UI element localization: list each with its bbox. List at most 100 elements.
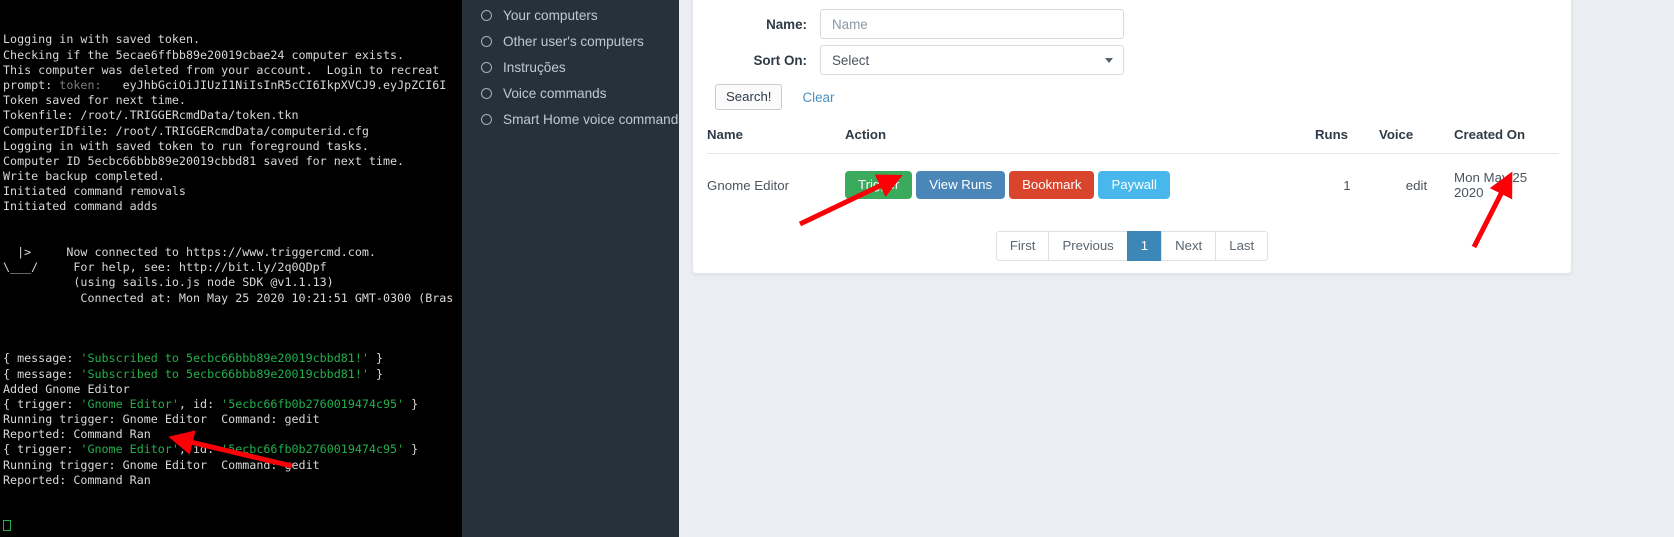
terminal-cursor-icon	[3, 520, 11, 532]
terminal-text: 'Subscribed to 5ecbc66bbb89e20019cbbd81!…	[80, 351, 369, 366]
terminal-text: }	[404, 442, 419, 457]
terminal-text: 'Gnome Editor'	[80, 442, 179, 457]
name-input-placeholder: Name	[832, 16, 868, 32]
terminal-text: Token saved for next time.	[3, 93, 186, 108]
sidebar-item-instru-es[interactable]: Instruções	[462, 55, 679, 80]
sidebar-item-smart-home-voice-commands[interactable]: Smart Home voice commands	[462, 107, 685, 132]
sidebar-item-other-user-s-computers[interactable]: Other user's computers	[462, 29, 679, 54]
terminal-line: Initiated command removals	[3, 184, 462, 199]
terminal-line: Checking if the 5ecae6ffbb89e20019cbae24…	[3, 48, 462, 63]
clear-link[interactable]: Clear	[802, 90, 834, 105]
terminal-text: (using sails.io.js node SDK @v1.1.13)	[3, 275, 334, 290]
terminal-line: Connected at: Mon May 25 2020 10:21:51 G…	[3, 291, 462, 306]
paywall-button[interactable]: Paywall	[1098, 170, 1170, 200]
terminal-text: '5ecbc66fb0b2760019474c95'	[221, 396, 405, 411]
sidebar-item-label: Smart Home voice commands	[503, 112, 686, 127]
circle-icon	[481, 88, 492, 99]
cell-action: Trigger View Runs Bookmark Paywall	[845, 154, 1315, 216]
terminal-text: prompt:	[3, 77, 60, 92]
terminal-line: { message: 'Subscribed to 5ecbc66bbb89e2…	[3, 351, 462, 366]
terminal-text: }	[368, 366, 383, 381]
view-runs-button[interactable]: View Runs	[916, 170, 1006, 200]
terminal-text: { message:	[3, 351, 81, 366]
terminal-text: Running trigger: Gnome Editor Command: g…	[3, 457, 320, 472]
pagination-1[interactable]: 1	[1126, 231, 1162, 262]
chevron-down-icon	[1105, 58, 1113, 63]
terminal-line: ComputerIDfile: /root/.TRIGGERcmdData/co…	[3, 124, 462, 139]
terminal-line: Reported: Command Ran	[3, 427, 462, 442]
sidebar-item-label: Instruções	[503, 60, 566, 75]
commands-table: Name Action Runs Voice Created On Gnome …	[707, 127, 1559, 215]
screenshot-root: Logging in with saved token. Checking if …	[0, 0, 1674, 537]
circle-icon	[481, 62, 492, 73]
search-button[interactable]: Search!	[715, 84, 783, 110]
sidebar-item-list: Your computers Other user's computers Inst…	[462, 0, 685, 132]
terminal-console[interactable]: Logging in with saved token. Checking if …	[0, 0, 462, 537]
column-header-created-on[interactable]: Created On	[1454, 127, 1559, 154]
action-button-group: Trigger View Runs Bookmark Paywall	[845, 170, 1315, 200]
terminal-text: , id:	[178, 396, 222, 411]
terminal-line: { message: 'Subscribed to 5ecbc66bbb89e2…	[3, 367, 462, 382]
terminal-line: This computer was deleted from your acco…	[3, 63, 462, 78]
terminal-text: Reported: Command Ran	[3, 427, 151, 442]
circle-icon	[481, 36, 492, 47]
pagination-previous[interactable]: Previous	[1048, 231, 1127, 262]
column-header-voice[interactable]: Voice	[1379, 127, 1454, 154]
cell-runs: 1	[1343, 177, 1351, 193]
column-header-name[interactable]: Name	[707, 127, 845, 154]
sort-on-select[interactable]: Select	[820, 45, 1124, 75]
terminal-line: Initiated command adds	[3, 199, 462, 214]
terminal-text: { trigger:	[3, 442, 81, 457]
pagination-next[interactable]: Next	[1161, 231, 1216, 262]
terminal-text: ComputerIDfile: /root/.TRIGGERcmdData/co…	[3, 123, 369, 138]
sidebar-item-label: Your computers	[503, 8, 598, 23]
table-head: Name Action Runs Voice Created On	[707, 127, 1559, 154]
trigger-button[interactable]: Trigger	[845, 170, 913, 200]
sidebar-item-voice-commands[interactable]: Voice commands	[462, 81, 679, 106]
cell-created-on: Mon May 25 2020	[1454, 170, 1528, 200]
cell-name: Gnome Editor	[707, 177, 790, 193]
terminal-text: Initiated command removals	[3, 184, 186, 199]
terminal-line: Logging in with saved token.	[3, 32, 462, 47]
terminal-line: { trigger: 'Gnome Editor', id: '5ecbc66f…	[3, 442, 462, 457]
bookmark-button[interactable]: Bookmark	[1009, 170, 1095, 200]
circle-icon	[481, 114, 492, 125]
terminal-line: prompt: token: eyJhbGciOiJIUzI1NiIsInR5c…	[3, 78, 462, 93]
terminal-line: Token saved for next time.	[3, 93, 462, 108]
terminal-text: Logging in with saved token to run foreg…	[3, 138, 369, 153]
terminal-text: Tokenfile: /root/.TRIGGERcmdData/token.t…	[3, 108, 299, 123]
terminal-text: { trigger:	[3, 396, 81, 411]
cell-voice: edit	[1405, 177, 1428, 193]
sidebar-item-your-computers[interactable]: Your computers	[462, 3, 679, 28]
terminal-text: }	[404, 396, 419, 411]
sort-form-row: Sort On: Select	[693, 44, 1571, 76]
search-name-input[interactable]: Name	[820, 9, 1124, 39]
terminal-text: Write backup completed.	[3, 169, 165, 184]
terminal-text: Initiated command adds	[3, 199, 158, 214]
terminal-text: This computer was deleted from your acco…	[3, 62, 440, 77]
terminal-line: |> Now connected to https://www.triggerc…	[3, 245, 462, 260]
terminal-line: Reported: Command Ran	[3, 473, 462, 488]
pagination: First Previous 1 Next Last	[693, 231, 1571, 262]
pagination-last[interactable]: Last	[1215, 231, 1269, 262]
pagination-first[interactable]: First	[995, 231, 1049, 262]
terminal-text: Computer ID 5ecbc66bbb89e20019cbbd81 sav…	[3, 153, 405, 168]
terminal-line: { trigger: 'Gnome Editor', id: '5ecbc66f…	[3, 397, 462, 412]
column-header-runs[interactable]: Runs	[1315, 127, 1379, 154]
sidebar-item-label: Voice commands	[503, 86, 607, 101]
terminal-line: Tokenfile: /root/.TRIGGERcmdData/token.t…	[3, 108, 462, 123]
table-row: Gnome Editor Trigger View Runs Bookmark Payw…	[707, 154, 1559, 216]
terminal-text: '5ecbc66fb0b2760019474c95'	[221, 442, 405, 457]
name-form-row: Name: Name	[693, 8, 1571, 40]
terminal-line: Running trigger: Gnome Editor Command: g…	[3, 458, 462, 473]
terminal-line: Write backup completed.	[3, 169, 462, 184]
terminal-text: 'Subscribed to 5ecbc66bbb89e20019cbbd81!…	[80, 366, 369, 381]
column-header-action[interactable]: Action	[845, 127, 1315, 154]
terminal-line: Added Gnome Editor	[3, 382, 462, 397]
terminal-text: 'Gnome Editor'	[80, 396, 179, 411]
terminal-text: Logging in with saved token.	[3, 32, 201, 47]
